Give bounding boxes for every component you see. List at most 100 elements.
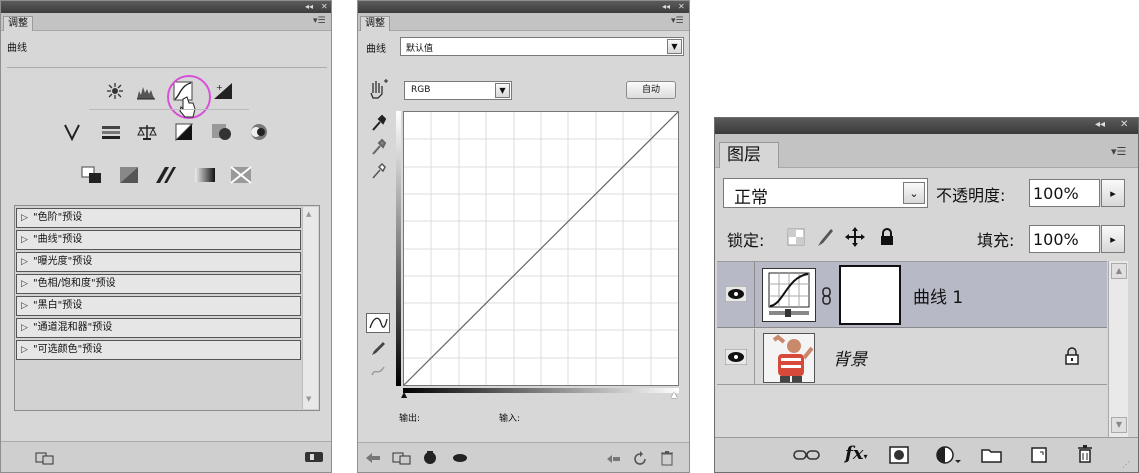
- fill-input[interactable]: 100%: [1029, 225, 1100, 253]
- lock-position-icon[interactable]: [844, 226, 866, 248]
- gray-point-eyedropper-icon[interactable]: [370, 138, 386, 156]
- black-slider-icon[interactable]: ▲: [401, 390, 407, 399]
- smooth-icon[interactable]: [370, 363, 386, 379]
- preset-scrollbar[interactable]: ▲ ▼: [302, 207, 318, 409]
- chevron-down-icon[interactable]: ⌄: [903, 182, 925, 204]
- eye-icon[interactable]: [725, 286, 747, 302]
- close-icon[interactable]: ✕: [678, 1, 685, 13]
- scroll-up-icon[interactable]: ▲: [306, 210, 311, 218]
- posterize-icon[interactable]: [118, 165, 140, 185]
- preset-item[interactable]: ▷ "色相/饱和度"预设: [16, 274, 301, 294]
- brightness-icon[interactable]: [104, 81, 126, 101]
- exposure-icon[interactable]: +: [212, 81, 234, 101]
- threshold-icon[interactable]: [155, 165, 177, 185]
- link-layers-icon[interactable]: [793, 448, 821, 462]
- clip-to-layer-icon[interactable]: [304, 450, 324, 464]
- levels-icon[interactable]: [135, 81, 157, 101]
- hue-saturation-icon[interactable]: [100, 122, 122, 142]
- scroll-down-icon[interactable]: ▼: [306, 395, 311, 403]
- layer-scrollbar[interactable]: ▲ ▼: [1108, 261, 1128, 437]
- trash-icon[interactable]: [660, 450, 674, 466]
- close-icon[interactable]: ✕: [1120, 119, 1128, 130]
- photo-filter-icon[interactable]: [211, 122, 233, 142]
- lock-all-icon[interactable]: [879, 228, 895, 246]
- scroll-down-icon[interactable]: ▼: [1111, 417, 1127, 433]
- chevron-down-icon[interactable]: ▼: [667, 39, 682, 54]
- layer-mask-thumbnail[interactable]: [839, 265, 901, 325]
- expand-icon[interactable]: ▷: [21, 297, 28, 315]
- white-slider-icon[interactable]: ▲: [671, 390, 677, 399]
- blend-mode-select[interactable]: 正常 ⌄: [723, 178, 928, 208]
- previous-state-icon[interactable]: [604, 452, 622, 466]
- layer-row[interactable]: 曲线 1: [717, 262, 1107, 328]
- black-white-icon[interactable]: [173, 122, 195, 142]
- collapse-icon[interactable]: ◂◂: [1095, 119, 1105, 130]
- reset-icon[interactable]: [632, 451, 648, 467]
- expand-icon[interactable]: ▷: [21, 341, 28, 359]
- pencil-icon[interactable]: [370, 339, 386, 357]
- expand-icon[interactable]: ▷: [21, 231, 28, 249]
- white-point-eyedropper-icon[interactable]: [370, 162, 386, 180]
- lock-pixels-icon[interactable]: [815, 226, 835, 248]
- expand-icon[interactable]: ▷: [21, 319, 28, 337]
- color-balance-icon[interactable]: [136, 122, 158, 142]
- preset-item[interactable]: ▷ "通道混和器"预设: [16, 318, 301, 338]
- new-adjustment-layer-icon[interactable]: [935, 445, 961, 465]
- return-icon[interactable]: [35, 451, 55, 465]
- panel-menu-icon[interactable]: ▾☰: [313, 16, 326, 26]
- back-arrow-icon[interactable]: [364, 451, 382, 465]
- lock-transparency-icon[interactable]: [787, 228, 805, 246]
- fill-slider-button[interactable]: ▸: [1101, 225, 1125, 253]
- new-layer-icon[interactable]: [1030, 446, 1048, 464]
- channel-mixer-icon[interactable]: [248, 122, 270, 142]
- eye-icon[interactable]: [725, 349, 747, 365]
- target-adjust-hand-icon[interactable]: [368, 79, 390, 101]
- expand-icon[interactable]: ▷: [21, 275, 28, 293]
- visibility-cell[interactable]: [717, 329, 755, 385]
- add-mask-icon[interactable]: [889, 446, 909, 464]
- invert-icon[interactable]: [81, 165, 103, 185]
- delete-layer-trash-icon[interactable]: [1077, 444, 1093, 464]
- close-icon[interactable]: ✕: [321, 1, 328, 13]
- layer-style-fx-icon[interactable]: fx▾: [845, 443, 868, 464]
- panel-menu-icon[interactable]: ▾☰: [671, 16, 684, 26]
- curves-adjustment-thumbnail[interactable]: [762, 268, 816, 322]
- chevron-right-icon: ▸: [1110, 232, 1116, 246]
- expand-icon[interactable]: ▷: [21, 209, 28, 227]
- resize-grip-icon[interactable]: ⋰: [1122, 460, 1130, 469]
- channel-select[interactable]: RGB ▼: [404, 81, 512, 100]
- panel-menu-icon[interactable]: ▾☰: [1111, 145, 1126, 158]
- gradient-map-icon[interactable]: [194, 165, 216, 185]
- tab-layers[interactable]: 图层: [719, 142, 779, 168]
- collapse-icon[interactable]: ◂◂: [662, 1, 670, 13]
- preset-item[interactable]: ▷ "曲线"预设: [16, 230, 301, 250]
- expand-icon[interactable]: ▷: [21, 253, 28, 271]
- edit-points-tool[interactable]: [366, 313, 390, 333]
- visibility-cell[interactable]: [717, 262, 755, 328]
- black-point-eyedropper-icon[interactable]: [370, 114, 386, 132]
- auto-button[interactable]: 自动: [626, 81, 676, 99]
- opacity-slider-button[interactable]: ▸: [1101, 179, 1125, 207]
- visibility-icon[interactable]: [452, 452, 468, 464]
- preset-item[interactable]: ▷ "色阶"预设: [16, 208, 301, 228]
- preset-item[interactable]: ▷ "曝光度"预设: [16, 252, 301, 272]
- collapse-icon[interactable]: ◂◂: [305, 1, 313, 13]
- preset-item[interactable]: ▷ "黑白"预设: [16, 296, 301, 316]
- layer-row[interactable]: 背景: [717, 329, 1107, 385]
- preset-select[interactable]: 默认值 ▼: [400, 37, 684, 56]
- background-thumbnail[interactable]: [763, 333, 815, 383]
- clip-icon[interactable]: [422, 450, 438, 466]
- selective-color-icon[interactable]: [230, 165, 252, 185]
- expanded-view-icon[interactable]: [392, 451, 412, 465]
- link-icon[interactable]: [821, 287, 833, 305]
- new-group-folder-icon[interactable]: [981, 446, 1003, 464]
- tab-adjustments[interactable]: 调整: [360, 16, 390, 31]
- tab-adjustments[interactable]: 调整: [3, 16, 33, 31]
- preset-item[interactable]: ▷ "可选颜色"预设: [16, 340, 301, 360]
- curves-graph[interactable]: [403, 111, 679, 386]
- opacity-input[interactable]: 100%: [1029, 179, 1100, 207]
- scroll-up-icon[interactable]: ▲: [1111, 263, 1127, 279]
- fill-value: 100%: [1033, 230, 1079, 249]
- vibrance-icon[interactable]: [61, 122, 83, 142]
- chevron-down-icon[interactable]: ▼: [495, 83, 510, 98]
